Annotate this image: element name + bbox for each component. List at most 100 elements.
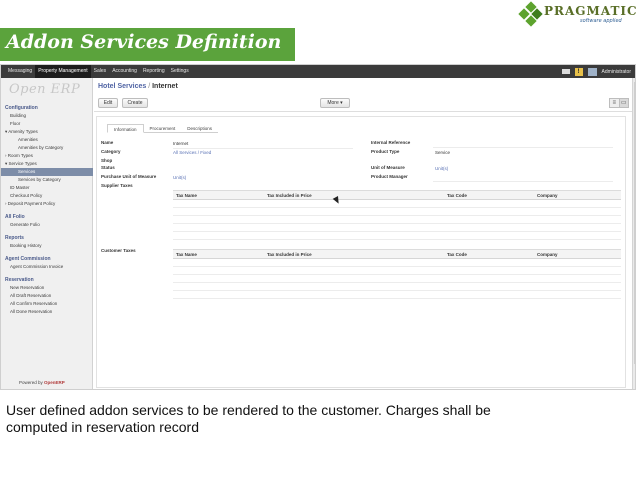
category-field[interactable]: All Services / Fixed (173, 150, 211, 155)
logo-tagline: software applied (580, 18, 622, 24)
sidebar-nav: Configuration Building Floor ▾ Amenity Type… (1, 104, 93, 316)
customer-taxes-table: Tax Name Tax Included in Price Tax Code … (173, 249, 621, 299)
product-manager-field[interactable] (433, 181, 613, 182)
purchase-uom-label: Purchase Unit of Measure (101, 174, 157, 179)
product-type-field[interactable]: Service (435, 150, 450, 155)
powered-by-link[interactable]: OpenERP (44, 380, 65, 385)
menu-item-settings[interactable]: Settings (168, 65, 192, 78)
sidebar-item-checkout-policy[interactable]: Checkout Policy (1, 192, 93, 200)
table-row[interactable] (173, 275, 621, 283)
sidebar-item-generate-folio[interactable]: Generate Folio (1, 221, 93, 229)
form-view-icon[interactable]: ▭ (618, 99, 628, 107)
sidebar-item-all-done-reservation[interactable]: All Done Reservation (1, 308, 93, 316)
mail-icon[interactable] (561, 69, 570, 74)
menu-item-messaging[interactable]: Messaging (5, 65, 35, 78)
breadcrumb: Hotel Services / Internet (98, 83, 178, 90)
sidebar-item-amenity-types[interactable]: ▾ Amenity Types (1, 128, 93, 136)
uom-field[interactable]: Unit(s) (435, 166, 448, 171)
sidebar-item-label: Amenities (18, 137, 38, 142)
avatar[interactable] (587, 67, 597, 76)
powered-by-text: Powered by (19, 380, 45, 385)
create-button[interactable]: Create (122, 98, 148, 108)
powered-by: Powered by OpenERP (19, 380, 65, 385)
table-row[interactable] (173, 200, 621, 208)
table-row[interactable] (173, 208, 621, 216)
sidebar-item-id-master[interactable]: ID Master (1, 184, 93, 192)
shop-label: Shop (101, 158, 113, 163)
col-tax-code[interactable]: Tax Code (447, 191, 467, 200)
vertical-scrollbar[interactable] (632, 78, 635, 389)
purchase-uom-field[interactable]: Unit(s) (173, 175, 186, 180)
topbar-tools: ! Administrator (561, 67, 631, 76)
caption-line-2: computed in reservation record (6, 419, 199, 435)
status-label: Status (101, 165, 115, 170)
table-row[interactable] (173, 224, 621, 232)
sidebar-item-building[interactable]: Building (1, 112, 93, 120)
sidebar-item-label: New Reservation (10, 285, 45, 290)
sidebar-item-all-confirm-reservation[interactable]: All Confirm Reservation (1, 300, 93, 308)
scrollbar-thumb[interactable] (634, 82, 635, 364)
menu-item-property-management[interactable]: Property Management (35, 65, 91, 78)
col-tax-name[interactable]: Tax Name (176, 250, 197, 259)
menu-item-reporting[interactable]: Reporting (140, 65, 168, 78)
sidebar-item-services[interactable]: Services (1, 168, 93, 176)
internal-reference-field[interactable] (433, 147, 613, 148)
sidebar-item-services-by-category[interactable]: Services by Category (1, 176, 93, 184)
sidebar-item-label: Services (18, 169, 36, 174)
table-row[interactable] (173, 267, 621, 275)
col-tax-included[interactable]: Tax Included in Price (267, 191, 312, 200)
pragmatic-logo: PRAGMATIC software applied (518, 1, 637, 27)
sidebar-heading-all-folio: All Folio (5, 214, 25, 220)
tab-information[interactable]: Information (107, 124, 144, 133)
slide-caption: User defined addon services to be render… (6, 402, 626, 436)
sidebar-item-booking-history[interactable]: Booking History (1, 242, 93, 250)
sidebar-item-new-reservation[interactable]: New Reservation (1, 284, 93, 292)
sidebar-item-amenities[interactable]: Amenities (1, 136, 93, 144)
warning-icon[interactable]: ! (574, 67, 583, 76)
table-row[interactable] (173, 259, 621, 267)
sidebar-heading-configuration: Configuration (5, 105, 38, 111)
sidebar-item-deposit-payment-policy[interactable]: › Deposit Payment Policy (1, 200, 93, 208)
field-underline (173, 148, 353, 149)
top-menu-bar: Messaging Property Management Sales Account… (1, 65, 635, 78)
sidebar-item-label: Agent Commission Invoice (10, 264, 64, 269)
product-manager-label: Product Manager (371, 174, 408, 179)
col-tax-code[interactable]: Tax Code (447, 250, 467, 259)
table-row[interactable] (173, 232, 621, 240)
col-company[interactable]: Company (537, 191, 558, 200)
list-view-icon[interactable]: ≡ (610, 99, 619, 107)
tab-descriptions[interactable]: Descriptions (181, 124, 219, 133)
more-button[interactable]: More ▾ (320, 98, 350, 108)
menu-item-sales[interactable]: Sales (91, 65, 110, 78)
col-company[interactable]: Company (537, 250, 558, 259)
sidebar-item-all-draft-reservation[interactable]: All Draft Reservation (1, 292, 93, 300)
sidebar-item-room-types[interactable]: › Room Types (1, 152, 93, 160)
table-row[interactable] (173, 216, 621, 224)
view-switcher: ≡ ▭ (609, 98, 629, 108)
breadcrumb-parent[interactable]: Hotel Services (98, 83, 146, 90)
name-field[interactable]: Internet (173, 141, 188, 146)
edit-button[interactable]: Edit (98, 98, 118, 108)
form-sheet: Information Procurement Descriptions Name … (96, 116, 626, 388)
sidebar-item-label: Service Types (8, 161, 37, 166)
sidebar-item-agent-commission-invoice[interactable]: Agent Commission Invoice (1, 263, 93, 271)
sidebar-item-service-types[interactable]: ▾ Service Types (1, 160, 93, 168)
menu-item-accounting[interactable]: Accounting (109, 65, 140, 78)
col-tax-name[interactable]: Tax Name (176, 191, 197, 200)
internal-reference-label: Internal Reference (371, 140, 411, 145)
caption-line-1: User defined addon services to be render… (6, 402, 491, 418)
user-menu[interactable]: Administrator (602, 69, 631, 75)
sidebar-item-floor[interactable]: Floor (1, 120, 93, 128)
supplier-taxes-label: Supplier Taxes (101, 183, 133, 188)
title-banner: Addon Services Definition (0, 28, 295, 61)
tab-procurement[interactable]: Procurement (143, 124, 182, 133)
table-row[interactable] (173, 283, 621, 291)
sidebar-item-amenities-by-category[interactable]: Amenities by Category (1, 144, 93, 152)
table-row[interactable] (173, 291, 621, 299)
supplier-taxes-table: Tax Name Tax Included in Price Tax Code … (173, 190, 621, 240)
divider (94, 111, 635, 112)
col-tax-included[interactable]: Tax Included in Price (267, 250, 312, 259)
logo-name: PRAGMATIC (544, 4, 638, 18)
breadcrumb-separator: / (148, 83, 151, 90)
sidebar-item-label: Checkout Policy (10, 193, 43, 198)
